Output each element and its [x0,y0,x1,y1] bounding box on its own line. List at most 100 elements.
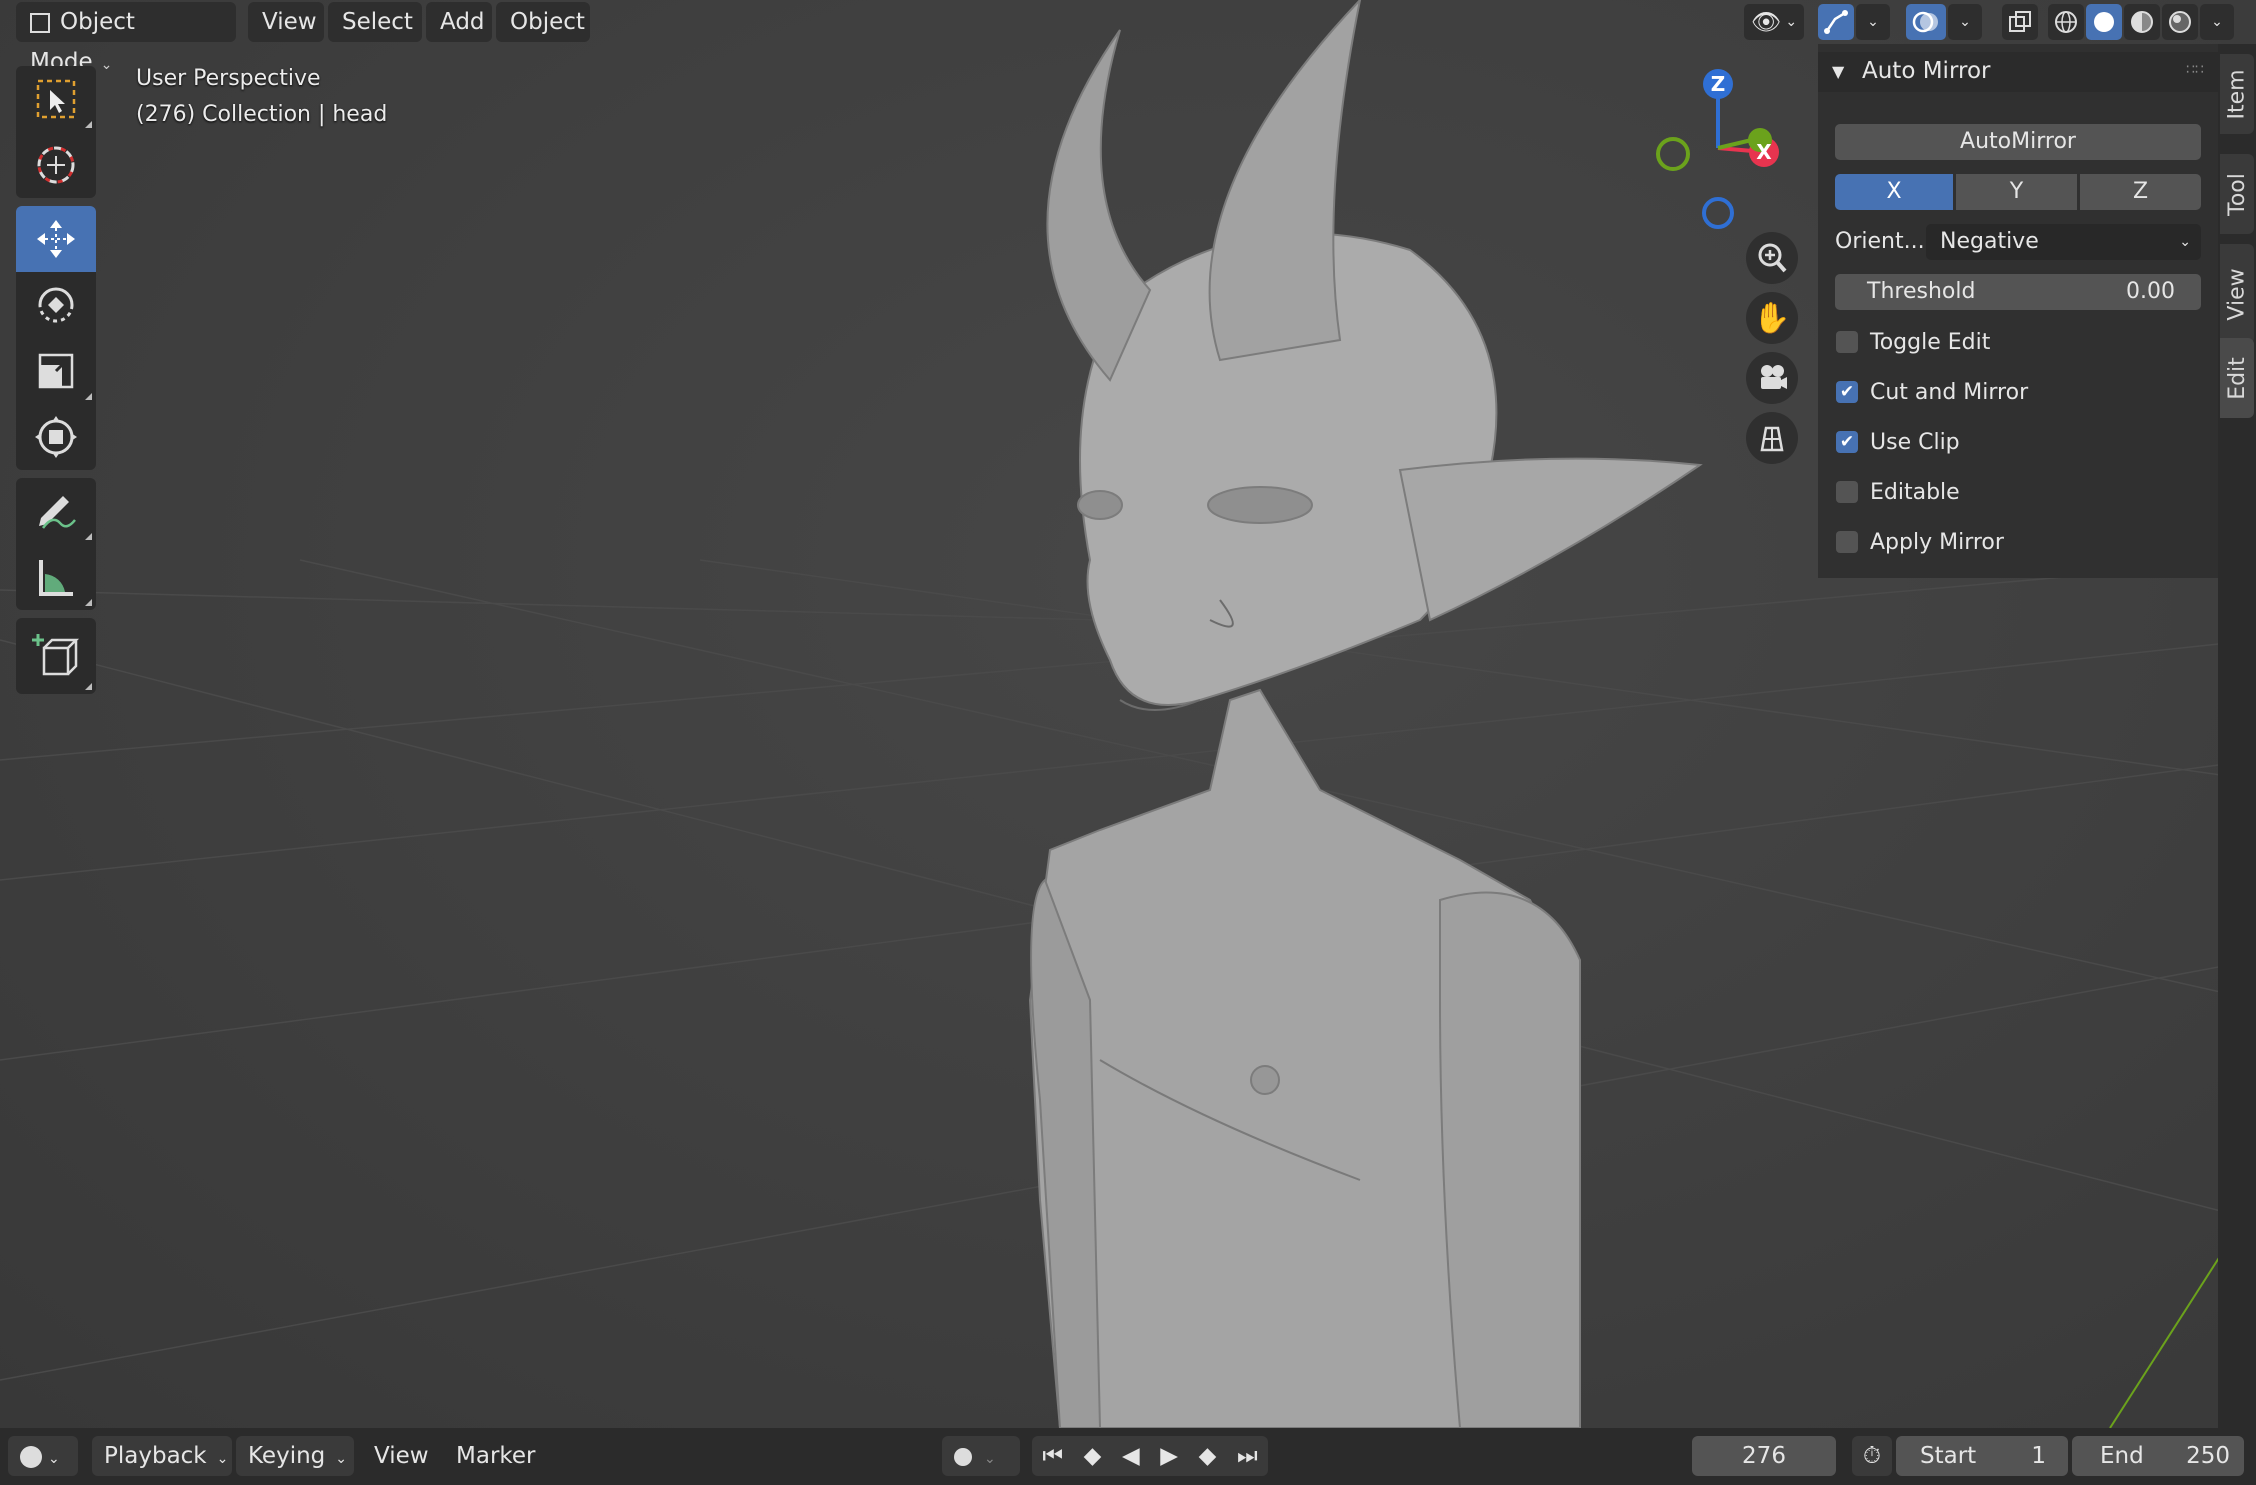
shading-dropdown[interactable]: ⌄ [2200,4,2234,40]
collapse-triangle-icon: ▼ [1832,62,1845,81]
cursor-icon [37,146,75,184]
camera-icon [1761,365,1787,389]
automirror-button[interactable]: AutoMirror [1835,124,2201,160]
editable-checkbox[interactable]: Editable [1836,474,1960,510]
stopwatch-icon: ⏱ [1863,1443,1881,1469]
current-frame-field[interactable]: 276 [1692,1436,1836,1476]
tab-tool[interactable]: Tool [2220,154,2254,234]
wireframe-sphere-icon [2055,11,2077,33]
gizmo-neg-z[interactable] [1702,197,1734,229]
axis-z-button[interactable]: Z [2080,174,2201,210]
threshold-label: Threshold [1867,279,1976,304]
chevron-down-icon: ⌄ [216,1451,229,1467]
playback-menu[interactable]: Playback ⌄ [92,1436,232,1476]
record-icon [954,1447,972,1466]
pan-button[interactable]: ✋ [1746,292,1798,344]
zoom-button[interactable] [1746,232,1798,284]
transform-tool[interactable] [16,404,96,470]
orient-dropdown[interactable]: Negative ⌄ [1926,224,2201,260]
axis-x-button[interactable]: X [1835,174,1953,210]
checkbox-label: Use Clip [1870,429,1960,455]
axis-gizmo[interactable]: Z X [1640,62,1780,242]
shading-material[interactable] [2124,4,2160,40]
xray-toggle[interactable] [2002,4,2038,40]
tab-item[interactable]: Item [2220,54,2254,134]
gizmo-z-label: Z [1711,72,1726,96]
collection-label: (276) Collection | head [136,102,388,127]
scale-icon [38,353,74,389]
shading-wireframe[interactable] [2048,4,2084,40]
tab-view[interactable]: View [2220,244,2254,344]
playback-label: Playback [104,1443,207,1469]
marker-menu[interactable]: Marker [444,1436,548,1476]
head-model [1028,0,1703,1428]
checkbox-label: Editable [1870,479,1960,505]
measure-tool[interactable] [16,544,96,610]
auto-mirror-panel: ▼ Auto Mirror ∷∷ AutoMirror X Y Z Orient… [1818,44,2218,578]
tab-edit[interactable]: Edit [2220,338,2254,418]
autokey-toggle[interactable]: ⌄ [942,1436,1020,1476]
chevron-down-icon: ⌄ [2211,14,2223,30]
annotate-tool[interactable] [16,478,96,544]
play-reverse-icon[interactable]: ◀ [1122,1436,1140,1476]
shading-solid[interactable] [2086,4,2122,40]
menu-add[interactable]: Add [426,2,492,42]
clock-icon [20,1445,42,1468]
playback-controls: ⏮ ◆ ◀ ▶ ◆ ⏭ [1032,1436,1268,1476]
add-cube-tool[interactable] [16,618,96,694]
ortho-toggle-button[interactable] [1746,412,1798,464]
editor-type-dropdown[interactable]: ⌄ [8,1436,78,1476]
camera-view-button[interactable] [1746,352,1798,404]
prev-keyframe-icon[interactable]: ◆ [1084,1436,1102,1476]
use-clip-checkbox[interactable]: ✔ Use Clip [1836,424,1960,460]
gizmo-toggle[interactable] [1818,4,1854,40]
chevron-down-icon: ⌄ [2179,234,2191,250]
preview-range-toggle[interactable]: ⏱ [1852,1436,1892,1476]
zoom-icon [1758,243,1787,273]
select-box-tool[interactable] [16,66,96,132]
toggle-edit-checkbox[interactable]: Toggle Edit [1836,324,1990,360]
jump-end-icon[interactable]: ⏭ [1237,1436,1258,1476]
panel-header[interactable]: ▼ Auto Mirror ∷∷ [1818,52,2218,92]
end-value: 250 [2186,1443,2230,1469]
end-label: End [2100,1443,2144,1469]
chevron-down-icon: ⌄ [100,57,113,73]
start-frame-field[interactable]: Start 1 [1896,1436,2068,1476]
keying-menu[interactable]: Keying ⌄ [236,1436,354,1476]
grid-icon [1760,426,1784,452]
gizmo-dropdown[interactable]: ⌄ [1856,4,1890,40]
checkmark-icon: ✔ [1839,432,1855,452]
view-perspective-label: User Perspective [136,66,321,91]
jump-start-icon[interactable]: ⏮ [1042,1436,1063,1476]
visibility-dropdown[interactable]: 👁 ⌄ [1744,4,1804,40]
end-frame-field[interactable]: End 250 [2072,1436,2244,1476]
play-icon[interactable]: ▶ [1160,1436,1178,1476]
threshold-field[interactable]: Threshold 0.00 [1835,274,2201,310]
next-keyframe-icon[interactable]: ◆ [1199,1436,1217,1476]
material-sphere-icon [2131,11,2153,33]
timeline-view-menu[interactable]: View [362,1436,441,1476]
keying-label: Keying [248,1443,326,1469]
mode-selector[interactable]: Object Mode ⌄ [16,2,236,75]
gizmo-neg-y[interactable] [1656,137,1690,171]
scale-tool[interactable] [16,338,96,404]
chevron-down-icon: ⌄ [48,1451,60,1467]
cursor-tool[interactable] [16,132,96,198]
menu-object[interactable]: Object [496,2,590,42]
tab-label: View [2224,267,2250,321]
add-cube-icon [32,634,80,676]
apply-mirror-checkbox[interactable]: Apply Mirror [1836,524,2004,560]
cut-and-mirror-checkbox[interactable]: ✔ Cut and Mirror [1836,374,2028,410]
menu-view[interactable]: View [248,2,324,42]
rendered-sphere-icon [2169,11,2191,33]
pencil-icon [39,496,76,529]
overlay-dropdown[interactable]: ⌄ [1948,4,1982,40]
shading-rendered[interactable] [2162,4,2198,40]
menu-select[interactable]: Select [328,2,422,42]
rotate-tool[interactable] [16,272,96,338]
axis-y-button[interactable]: Y [1956,174,2077,210]
move-tool[interactable] [16,206,96,272]
drag-handle-icon[interactable]: ∷∷ [2186,62,2204,78]
ruler-icon [39,560,73,596]
overlay-toggle[interactable] [1906,4,1946,40]
